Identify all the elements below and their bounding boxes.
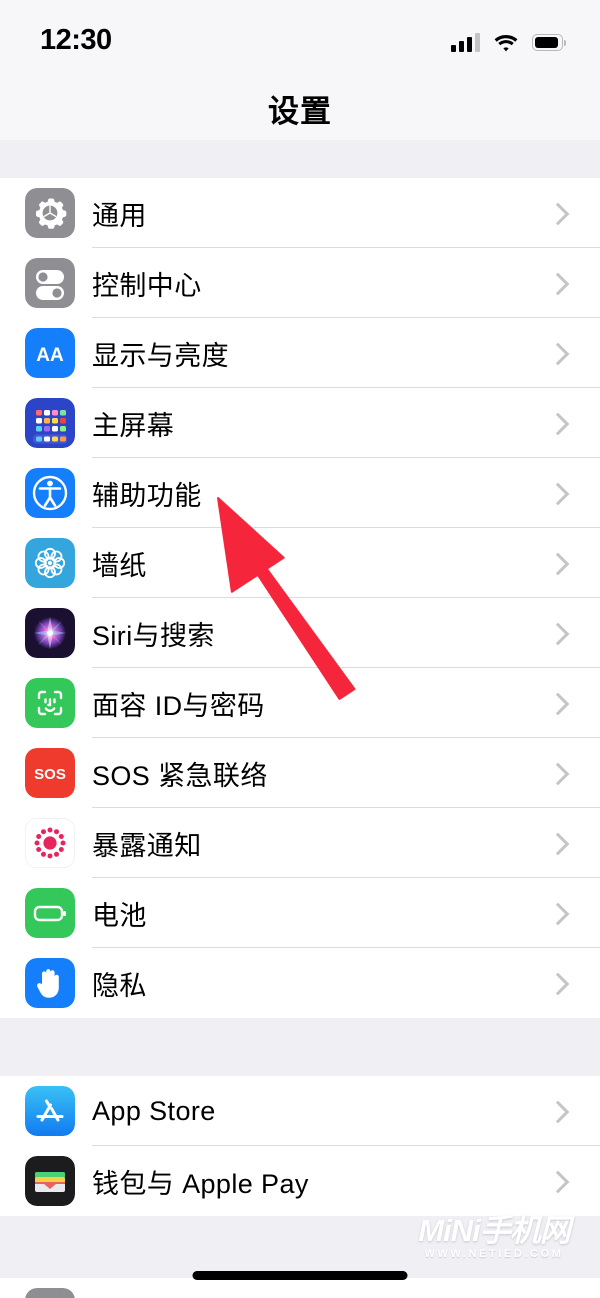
chevron-right-icon [550,948,570,1018]
settings-row-label: 电池 [92,900,147,931]
group-spacer [0,1216,600,1278]
settings-row[interactable]: 墙纸 [0,528,600,598]
chevron-right-icon [550,318,570,388]
settings-row-label: 钱包与 Apple Pay [92,1168,309,1199]
wifi-icon [493,32,519,52]
settings-row-label: App Store [92,1095,216,1126]
settings-row-label: 辅助功能 [92,480,202,511]
settings-row[interactable]: 暴露通知 [0,808,600,878]
svg-text:AA: AA [36,345,64,366]
svg-text:SOS: SOS [34,766,66,783]
chevron-right-icon [550,1278,570,1298]
cellular-signal-icon [451,32,480,52]
settings-row[interactable]: AA 显示与亮度 [0,318,600,388]
group-spacer [0,1018,600,1076]
settings-group-system: 通用控制中心 AA 显示与亮度主屏幕辅助功能墙纸 Siri与搜索面容 ID与密码 SOS… [0,178,600,1018]
status-bar-indicators [451,28,566,52]
chevron-right-icon [550,388,570,458]
chevron-right-icon [550,738,570,808]
chevron-right-icon [550,458,570,528]
settings-group-store: App Store 钱包与 Apple Pay [0,1076,600,1216]
settings-row-label: 墙纸 [92,550,147,581]
chevron-right-icon [550,668,570,738]
home-screen-icon [25,398,75,448]
privacy-hand-icon [25,958,75,1008]
wallet-icon [25,1156,75,1206]
app-store-icon [25,1086,75,1136]
home-indicator-bar[interactable] [192,1271,408,1280]
settings-row-label: SOS 紧急联络 [92,760,268,791]
settings-row[interactable]: 主屏幕 [0,388,600,458]
iphone-settings-screen: 12:30 设置 通用控制中心 AA 显示与亮度主屏幕辅助功能墙纸 Siri与搜索面容… [0,0,600,1298]
settings-row-label: 面容 ID与密码 [92,690,265,721]
navigation-bar: 设置 [0,68,600,140]
group-spacer [0,140,600,178]
passwords-key-icon [25,1288,75,1298]
status-bar-time: 12:30 [40,24,112,56]
settings-row[interactable]: App Store [0,1076,600,1146]
chevron-right-icon [550,878,570,948]
chevron-right-icon [550,808,570,878]
settings-row-label: Siri与搜索 [92,620,215,651]
settings-row[interactable]: 控制中心 [0,248,600,318]
sos-icon: SOS [25,748,75,798]
chevron-right-icon [550,1076,570,1146]
settings-row-label: 暴露通知 [92,830,202,861]
exposure-notification-icon [25,818,75,868]
status-bar: 12:30 [0,0,600,68]
chevron-right-icon [550,178,570,248]
wallpaper-icon [25,538,75,588]
chevron-right-icon [550,248,570,318]
settings-row-label: 控制中心 [92,270,202,301]
settings-row-label: 密码 [92,1294,147,1298]
chevron-right-icon [550,528,570,598]
settings-row[interactable]: 钱包与 Apple Pay [0,1146,600,1216]
page-title: 设置 [268,94,332,129]
settings-row-label: 主屏幕 [92,410,175,441]
display-brightness-icon: AA [25,328,75,378]
siri-icon [25,608,75,658]
battery-green-icon [25,888,75,938]
settings-row[interactable]: 通用 [0,178,600,248]
settings-row-label: 显示与亮度 [92,340,229,371]
settings-row[interactable]: SOS SOS 紧急联络 [0,738,600,808]
accessibility-icon [25,468,75,518]
settings-row[interactable]: 密码 [0,1278,600,1298]
control-center-icon [25,258,75,308]
chevron-right-icon [550,598,570,668]
chevron-right-icon [550,1146,570,1216]
settings-row-label: 隐私 [92,970,147,1001]
settings-row[interactable]: 电池 [0,878,600,948]
settings-row[interactable]: 辅助功能 [0,458,600,528]
settings-row-label: 通用 [92,200,147,231]
battery-icon [532,34,566,52]
settings-group-passwords: 密码 [0,1278,600,1298]
gear-icon [25,188,75,238]
settings-row[interactable]: 面容 ID与密码 [0,668,600,738]
settings-row[interactable]: 隐私 [0,948,600,1018]
settings-row[interactable]: Siri与搜索 [0,598,600,668]
face-id-icon [25,678,75,728]
